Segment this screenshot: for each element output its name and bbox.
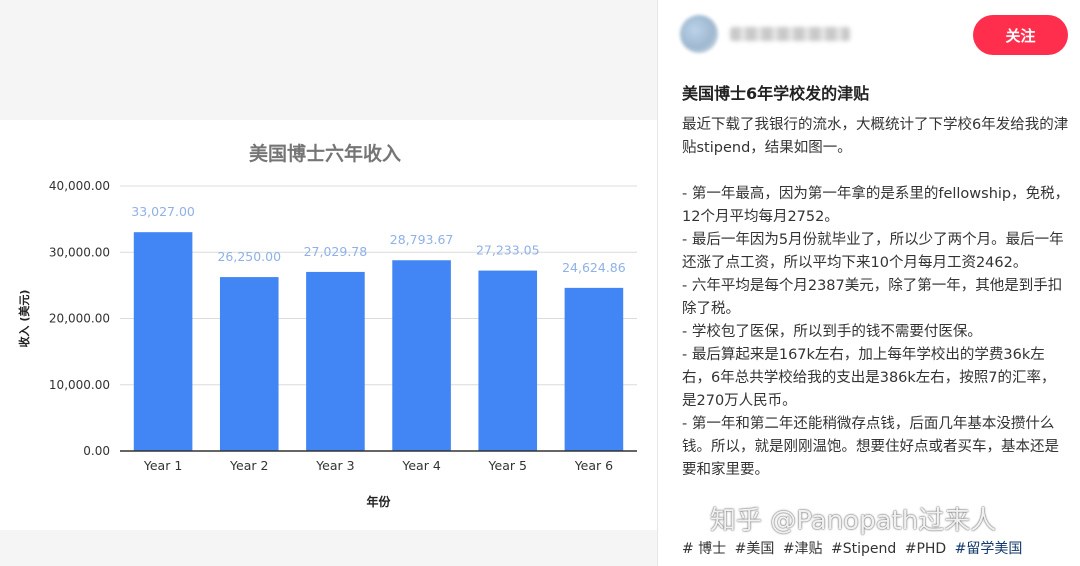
y-axis-label: 收入 (美元) bbox=[17, 290, 31, 348]
bar-value-label: 28,793.67 bbox=[390, 232, 454, 247]
bar bbox=[392, 260, 451, 451]
bar bbox=[219, 277, 279, 451]
post-body: 最近下载了我银行的流水，大概统计了下学校6年发给我的津贴stipend，结果如图… bbox=[682, 114, 1070, 482]
chart-title: 美国博士六年收入 bbox=[249, 142, 401, 165]
tag-link[interactable]: #津贴 bbox=[783, 541, 823, 557]
post-paragraph-spacer bbox=[682, 160, 1070, 183]
tag-link[interactable]: #美国 bbox=[735, 541, 775, 557]
bar-value-label: 24,624.86 bbox=[562, 260, 626, 275]
x-tick-label: Year 3 bbox=[315, 458, 354, 473]
bar-value-label: 26,250.00 bbox=[217, 249, 281, 264]
tag-link-highlight[interactable]: #留学美国 bbox=[955, 541, 1023, 557]
bar-value-label: 27,029.78 bbox=[304, 244, 368, 259]
post-paragraph: - 最后一年因为5月份就毕业了，所以少了两个月。最后一年还涨了点工资，所以平均下… bbox=[682, 232, 1064, 271]
chart-card: 美国博士六年收入 0.00 10,000.00 20,000.00 30,000.00… bbox=[0, 120, 657, 530]
follow-button[interactable]: 关注 bbox=[973, 15, 1068, 55]
bar bbox=[478, 270, 538, 451]
x-tick-label: Year 6 bbox=[574, 458, 613, 473]
x-axis-ticks: Year 1 Year 2 Year 3 Year 4 Year 5 Year 6 bbox=[143, 458, 613, 473]
y-tick-label: 20,000.00 bbox=[49, 312, 110, 326]
bar-value-label: 33,027.00 bbox=[131, 204, 195, 219]
tag-list: # 博士 #美国 #津贴 #Stipend #PHD #留学美国 bbox=[682, 538, 1026, 558]
x-tick-label: Year 1 bbox=[143, 458, 182, 473]
y-axis-ticks: 0.00 10,000.00 20,000.00 30,000.00 40,000.00 bbox=[49, 179, 110, 458]
tag-link[interactable]: #PHD bbox=[905, 541, 946, 557]
post-title: 美国博士6年学校发的津贴 bbox=[682, 84, 870, 103]
avatar[interactable] bbox=[680, 15, 718, 53]
x-axis-label: 年份 bbox=[366, 494, 391, 509]
y-tick-label: 30,000.00 bbox=[49, 245, 110, 259]
chart-gridlines bbox=[120, 185, 637, 386]
post-detail-panel: 关注 美国博士6年学校发的津贴 最近下载了我银行的流水，大概统计了下学校6年发给… bbox=[658, 0, 1080, 566]
author-name-blurred[interactable] bbox=[730, 27, 850, 41]
bar bbox=[564, 287, 624, 451]
y-tick-label: 0.00 bbox=[83, 444, 110, 458]
income-bar-chart: 美国博士六年收入 0.00 10,000.00 20,000.00 30,000.00… bbox=[17, 142, 637, 509]
bar bbox=[306, 271, 365, 451]
post-paragraph: - 第一年最高，因为第一年拿的是系里的fellowship，免税，12个月平均每… bbox=[682, 186, 1070, 225]
post-paragraph: - 学校包了医保，所以到手的钱不需要付医保。 bbox=[682, 324, 982, 340]
tag-link[interactable]: #Stipend bbox=[831, 541, 896, 557]
bar-value-label: 27,233.05 bbox=[476, 243, 540, 258]
x-tick-label: Year 5 bbox=[488, 458, 527, 473]
y-tick-label: 10,000.00 bbox=[49, 378, 110, 392]
post-paragraph: 最近下载了我银行的流水，大概统计了下学校6年发给我的津贴stipend，结果如图… bbox=[682, 117, 1069, 156]
post-image-panel[interactable]: 美国博士六年收入 0.00 10,000.00 20,000.00 30,000.00… bbox=[0, 0, 657, 566]
bar-series: 33,027.00 26,250.00 27,029.78 28,793.67 27,2… bbox=[131, 204, 626, 451]
watermark-text: 知乎 @Panopath过来人 bbox=[710, 506, 997, 536]
bar bbox=[133, 232, 193, 451]
y-tick-label: 40,000.00 bbox=[49, 179, 110, 193]
post-paragraph: - 最后算起来是167k左右，加上每年学校出的学费36k左右，6年总共学校给我的… bbox=[682, 347, 1056, 409]
x-tick-label: Year 2 bbox=[229, 458, 268, 473]
post-paragraph: - 第一年和第二年还能稍微存点钱，后面几年基本没攒什么钱。所以，就是刚刚温饱。想… bbox=[682, 416, 1059, 478]
post-paragraph: - 六年平均是每个月2387美元，除了第一年，其他是到手扣除了税。 bbox=[682, 278, 1063, 317]
x-tick-label: Year 4 bbox=[401, 458, 440, 473]
tag-link[interactable]: # 博士 bbox=[682, 541, 726, 557]
